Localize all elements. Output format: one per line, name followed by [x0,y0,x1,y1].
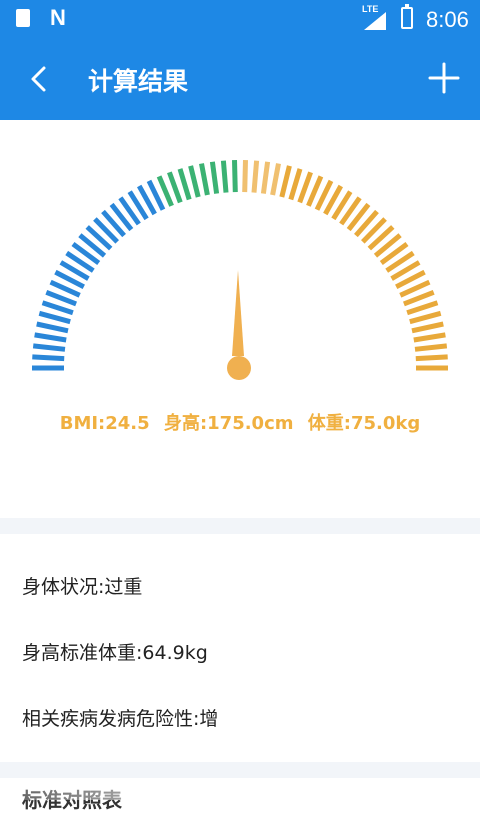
gauge-segment [288,168,303,201]
gauge-segment [38,310,71,325]
gauge-segment [415,354,448,362]
gauge-segment [279,165,292,198]
result-summary: BMI:24.5 身高:175.0cm 体重:75.0kg [0,409,480,435]
gauge-segment [220,160,229,193]
gauge-segment [411,321,444,334]
gauge-card: BMI:24.5 身高:175.0cm 体重:75.0kg [0,120,480,518]
bottom-fade-overlay [0,778,480,800]
battery-icon [401,4,413,29]
gauge-segment [199,163,210,196]
body-status-text: 身体状况:过重 [22,576,143,598]
gauge-segment [260,161,271,194]
gauge-segment [209,161,220,194]
gauge-segment [167,171,183,204]
gauge-segment [251,160,260,193]
back-button[interactable] [22,60,60,98]
bmi-value: BMI:24.5 [59,413,150,434]
page-title: 计算结果 [88,67,189,96]
gauge-segment [177,168,192,201]
sd-card-icon [16,9,30,27]
gauge-segment [413,332,446,343]
status-time: 8:06 [426,7,469,32]
gauge-segment [270,163,281,196]
gauge-segment [41,300,74,316]
gauge-segment [32,354,65,362]
gauge-segment [36,321,69,334]
section-divider-2 [0,762,480,778]
standard-weight-text: 身高标准体重:64.9kg [22,642,208,664]
gauge-segment [409,310,442,325]
plus-icon [428,62,460,94]
app-bar: 计算结果 [0,38,480,120]
gauge-hub [227,356,251,380]
weight-value: 体重:75.0kg [307,413,421,434]
gauge-segment [32,343,66,352]
n-icon: N [50,5,66,30]
chevron-left-icon [31,66,46,92]
gauge-segment [188,165,201,198]
gauge-needle [232,270,244,356]
section-divider [0,518,480,534]
gauge-segment [414,343,448,352]
text-fade-overlay [228,698,480,748]
signal-icon [364,12,386,30]
height-value: 身高:175.0cm [163,413,294,434]
gauge-segment [232,160,238,193]
disease-risk-text: 相关疾病发病危险性:增 [22,708,219,730]
add-button[interactable] [424,58,464,98]
gauge-segment [34,332,67,343]
status-bar: N LTE 8:06 [0,0,480,38]
gauge-segment [297,171,313,204]
bmi-gauge [32,160,448,380]
gauge-segment [406,300,439,316]
gauge-segment [242,160,248,193]
